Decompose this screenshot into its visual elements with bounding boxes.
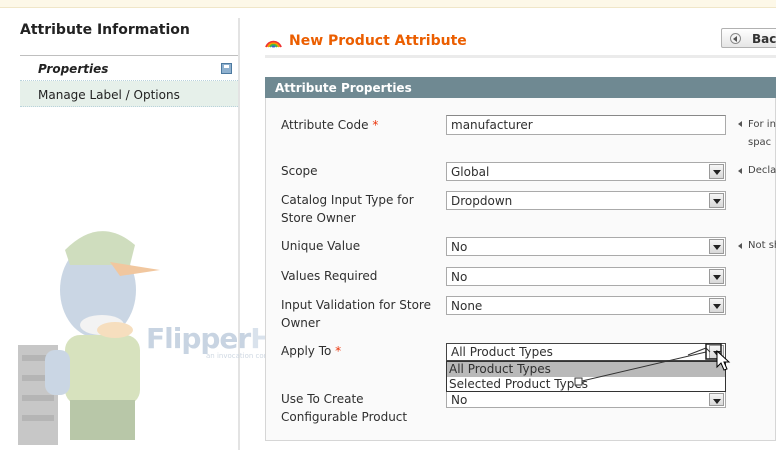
cursor-icon: [716, 350, 731, 371]
tutorial-callout-line: [574, 343, 722, 386]
